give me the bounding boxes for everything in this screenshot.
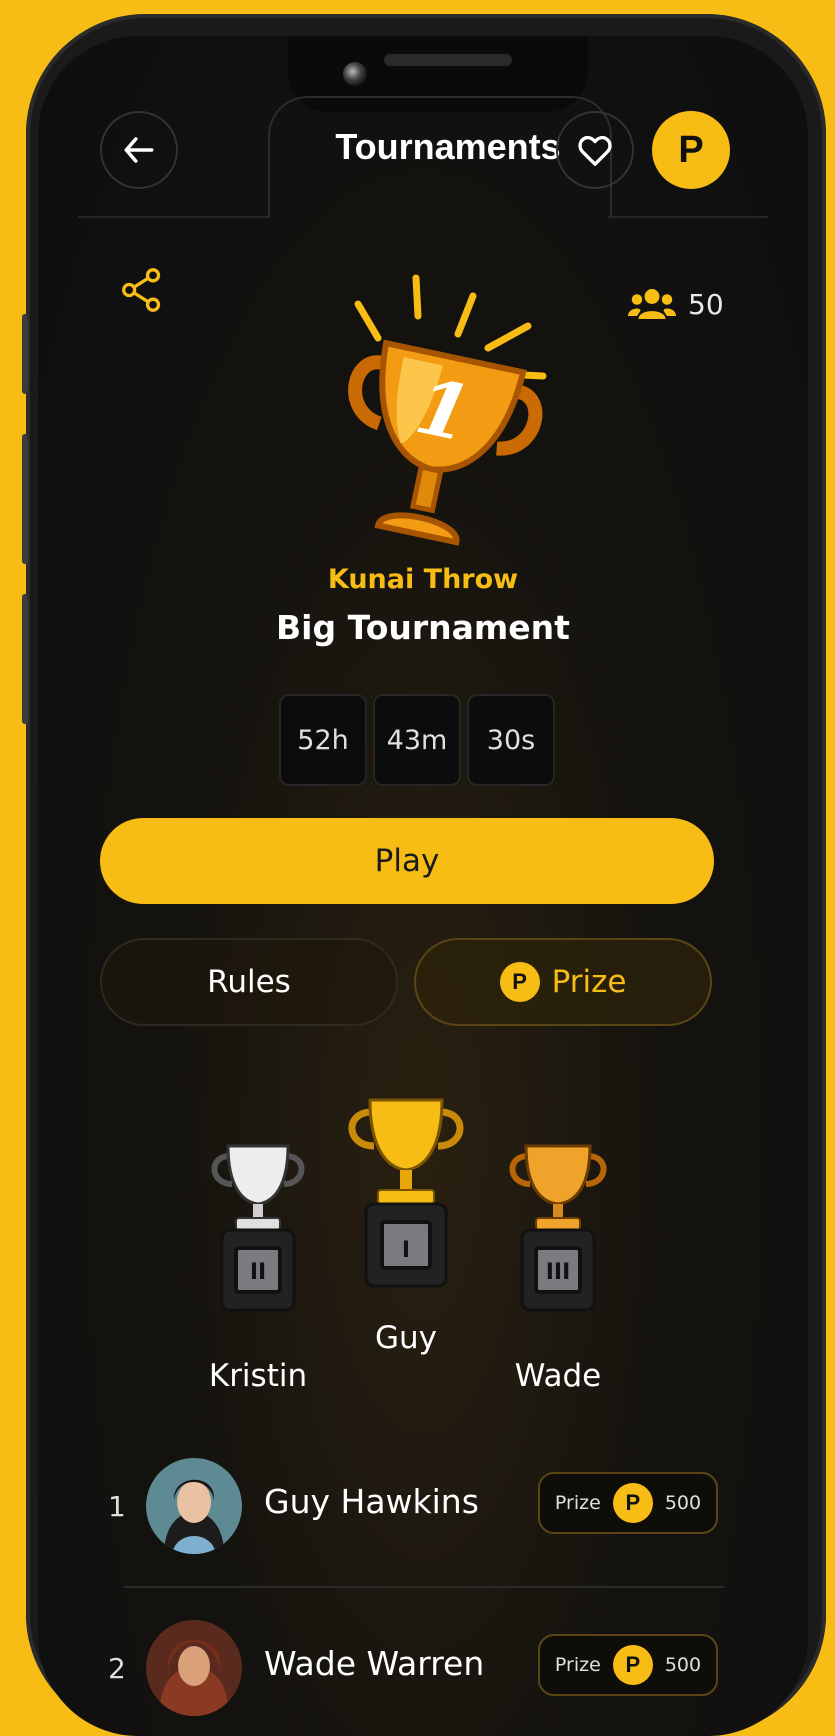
timer-minutes: 43m <box>373 694 461 786</box>
avatar <box>146 1620 242 1716</box>
prize-chip: Prize P 500 <box>538 1472 718 1534</box>
share-button[interactable] <box>120 266 164 318</box>
coins-button[interactable]: P <box>652 111 730 189</box>
header-divider-left <box>78 216 268 218</box>
heart-icon <box>578 135 612 166</box>
participants-value: 50 <box>688 287 724 321</box>
speaker <box>384 54 512 66</box>
prize-chip-label: Prize <box>554 1654 601 1676</box>
rank-number: 1 <box>108 1490 126 1523</box>
play-button[interactable]: Play <box>100 818 714 904</box>
rank-marker: III <box>545 1260 571 1285</box>
participants-count: 50 <box>628 286 724 322</box>
avatar <box>146 1458 242 1554</box>
users-icon <box>628 289 676 319</box>
podium-name-third: Wade <box>514 1358 602 1394</box>
share-icon <box>122 268 161 312</box>
tournament-name: Big Tournament <box>276 608 570 647</box>
page-title: Tournaments <box>335 126 561 167</box>
leaderboard-row[interactable]: 1 Guy Hawkins Prize P 500 <box>38 1458 808 1568</box>
silver-trophy-icon <box>211 1144 305 1312</box>
volume-down-button <box>22 594 28 724</box>
prize-chip: Prize P 500 <box>538 1634 718 1696</box>
header-divider-right <box>608 216 768 218</box>
game-name: Kunai Throw <box>327 564 519 595</box>
rank-number: 2 <box>108 1652 126 1685</box>
coin-icon: P <box>612 1645 653 1685</box>
timer-seconds: 30s <box>467 694 555 786</box>
podium-name-second: Kristin <box>208 1358 308 1394</box>
rank-marker: I <box>401 1238 411 1263</box>
podium-second: II <box>208 1136 308 1320</box>
player-name: Wade Warren <box>264 1644 485 1683</box>
coin-icon: P <box>499 962 540 1002</box>
mute-switch <box>22 314 28 394</box>
rules-label: Rules <box>207 964 291 1000</box>
prize-chip-value: 500 <box>664 1654 702 1676</box>
player-name: Guy Hawkins <box>264 1482 479 1521</box>
arrow-left-icon <box>124 137 154 163</box>
timer-hours: 52h <box>279 694 367 786</box>
prize-button[interactable]: P Prize <box>414 938 712 1026</box>
trophy-icon: 1 <box>348 274 547 546</box>
volume-up-button <box>22 434 28 564</box>
coin-icon: P <box>678 128 704 171</box>
prize-chip-label: Prize <box>554 1492 601 1514</box>
leaderboard-row[interactable]: 2 Wade Warren Prize P 500 <box>38 1620 808 1730</box>
podium-third: III <box>506 1136 610 1320</box>
prize-label: Prize <box>551 964 627 1000</box>
rank-marker: II <box>249 1260 267 1285</box>
prize-chip-value: 500 <box>664 1492 702 1514</box>
favorite-button[interactable] <box>556 111 634 189</box>
back-button[interactable] <box>100 111 178 189</box>
coin-icon: P <box>612 1483 653 1523</box>
bronze-trophy-icon <box>509 1144 607 1312</box>
countdown-timer: 52h 43m 30s <box>279 694 555 786</box>
podium-name-first: Guy <box>374 1320 437 1356</box>
rules-button[interactable]: Rules <box>100 938 398 1026</box>
row-divider <box>124 1586 724 1588</box>
podium-first: I <box>344 1092 468 1296</box>
app-screen: Tournaments P 50 1 Kunai Throw Big Tourn… <box>38 36 808 1736</box>
front-camera <box>343 62 367 86</box>
